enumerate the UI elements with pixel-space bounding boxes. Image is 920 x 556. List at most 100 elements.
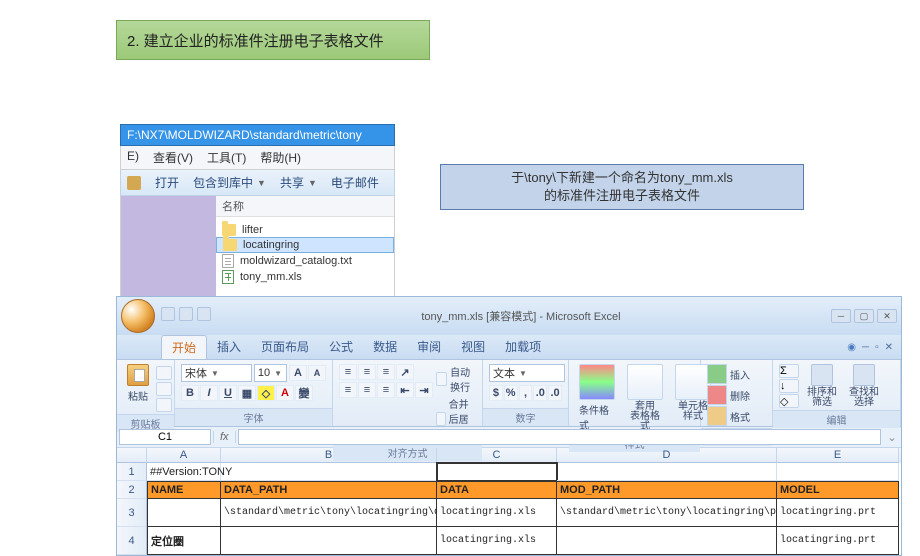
cell-b4[interactable]: [221, 527, 437, 555]
italic-button[interactable]: I: [200, 385, 218, 401]
qat-redo-icon[interactable]: [197, 307, 211, 321]
cell-e4[interactable]: locatingring.prt: [777, 527, 899, 555]
inc-decimal-icon[interactable]: .0: [533, 385, 547, 401]
tab-insert[interactable]: 插入: [207, 335, 251, 359]
menu-edit[interactable]: E): [127, 149, 139, 166]
cell-c1[interactable]: [437, 463, 557, 481]
ribbon-close-button[interactable]: ✕: [885, 342, 893, 353]
tab-formula[interactable]: 公式: [319, 335, 363, 359]
number-format-combo[interactable]: 文本▼: [489, 364, 565, 382]
format-table-button[interactable]: 套用 表格格式: [623, 364, 667, 432]
close-button[interactable]: ✕: [877, 309, 897, 323]
indent-dec-icon[interactable]: ⇤: [396, 382, 414, 398]
cell-e3[interactable]: locatingring.prt: [777, 499, 899, 527]
menu-help[interactable]: 帮助(H): [260, 149, 301, 166]
align-bot-icon[interactable]: ≡: [377, 364, 395, 380]
font-color-button[interactable]: A: [276, 385, 294, 401]
tab-home[interactable]: 开始: [161, 335, 207, 359]
tab-view[interactable]: 视图: [451, 335, 495, 359]
cell-e2[interactable]: MODEL: [777, 481, 899, 499]
toolbar-open[interactable]: 打开: [155, 174, 179, 191]
cell-a1[interactable]: ##Version:TONY: [147, 463, 221, 481]
bold-button[interactable]: B: [181, 385, 199, 401]
cell-c4[interactable]: locatingring.xls: [437, 527, 557, 555]
indent-inc-icon[interactable]: ⇥: [415, 382, 433, 398]
toolbar-include[interactable]: 包含到库中: [193, 174, 253, 191]
ribbon-min-button[interactable]: ─: [862, 342, 869, 353]
cell-b3[interactable]: \standard\metric\tony\locatingring\data: [221, 499, 437, 527]
fill-color-button[interactable]: ◇: [257, 385, 275, 401]
cell-d2[interactable]: MOD_PATH: [557, 481, 777, 499]
file-catalog-txt[interactable]: moldwizard_catalog.txt: [216, 253, 394, 269]
conditional-format-button[interactable]: 条件格式: [575, 364, 619, 432]
align-center-icon[interactable]: ≡: [358, 382, 376, 398]
cut-icon[interactable]: [156, 366, 172, 380]
cell-a4[interactable]: 定位圈: [147, 527, 221, 555]
cell-c2[interactable]: DATA: [437, 481, 557, 499]
comma-icon[interactable]: ,: [519, 385, 533, 401]
cell-d3[interactable]: \standard\metric\tony\locatingring\part: [557, 499, 777, 527]
grow-font-icon[interactable]: A: [289, 365, 307, 381]
organize-icon[interactable]: [127, 176, 141, 190]
font-size-combo[interactable]: 10▼: [254, 364, 287, 382]
font-name-combo[interactable]: 宋体▼: [181, 364, 252, 382]
align-right-icon[interactable]: ≡: [377, 382, 395, 398]
help-icon[interactable]: ◉: [847, 342, 856, 353]
ribbon-restore-button[interactable]: ▫: [875, 342, 879, 353]
dec-decimal-icon[interactable]: .0: [548, 385, 562, 401]
sort-filter-button[interactable]: 排序和 筛选: [803, 364, 841, 408]
row-header-1[interactable]: 1: [117, 463, 147, 481]
cell-a3[interactable]: [147, 499, 221, 527]
nav-pane[interactable]: [121, 196, 216, 304]
tab-layout[interactable]: 页面布局: [251, 335, 319, 359]
percent-icon[interactable]: %: [504, 385, 518, 401]
expand-formula-icon[interactable]: ⌄: [883, 431, 901, 444]
autosum-icon[interactable]: Σ: [779, 364, 799, 378]
align-mid-icon[interactable]: ≡: [358, 364, 376, 380]
toolbar-email[interactable]: 电子邮件: [331, 174, 379, 191]
col-header-a[interactable]: A: [147, 448, 221, 463]
select-all-corner[interactable]: [117, 448, 147, 463]
row-header-4[interactable]: 4: [117, 527, 147, 555]
align-left-icon[interactable]: ≡: [339, 382, 357, 398]
menu-view[interactable]: 查看(V): [153, 149, 193, 166]
border-button[interactable]: ▦: [238, 385, 256, 401]
currency-icon[interactable]: $: [489, 385, 503, 401]
fill-icon[interactable]: ↓: [779, 379, 799, 393]
cell-a2[interactable]: NAME: [147, 481, 221, 499]
office-button[interactable]: [121, 299, 155, 333]
column-header-name[interactable]: 名称: [216, 196, 394, 217]
file-tony-mm-xls[interactable]: tony_mm.xls: [216, 269, 394, 285]
cell-b1[interactable]: [221, 463, 437, 481]
row-header-3[interactable]: 3: [117, 499, 147, 527]
tab-addin[interactable]: 加载项: [495, 335, 551, 359]
paste-button[interactable]: 粘贴: [123, 364, 153, 403]
tab-review[interactable]: 审阅: [407, 335, 451, 359]
col-header-c[interactable]: C: [437, 448, 557, 463]
copy-icon[interactable]: [156, 382, 172, 396]
delete-cells-button[interactable]: 删除: [707, 385, 750, 405]
clear-icon[interactable]: ◇: [779, 394, 799, 408]
col-header-e[interactable]: E: [777, 448, 899, 463]
phonetic-button[interactable]: 變: [295, 385, 313, 401]
cell-b2[interactable]: DATA_PATH: [221, 481, 437, 499]
orientation-icon[interactable]: ↗: [396, 364, 414, 380]
tab-data[interactable]: 数据: [363, 335, 407, 359]
formula-input[interactable]: [238, 429, 881, 445]
minimize-button[interactable]: ─: [831, 309, 851, 323]
maximize-button[interactable]: ▢: [854, 309, 874, 323]
format-cells-button[interactable]: 格式: [707, 406, 750, 426]
cell-c3[interactable]: locatingring.xls: [437, 499, 557, 527]
toolbar-share[interactable]: 共享: [280, 174, 304, 191]
folder-lifter[interactable]: lifter: [216, 223, 394, 237]
cell-d1[interactable]: [557, 463, 777, 481]
cell-e1[interactable]: [777, 463, 899, 481]
qat-save-icon[interactable]: [161, 307, 175, 321]
align-top-icon[interactable]: ≡: [339, 364, 357, 380]
cell-d4[interactable]: [557, 527, 777, 555]
name-box[interactable]: C1: [119, 429, 211, 445]
fx-icon[interactable]: fx: [213, 431, 236, 443]
row-header-2[interactable]: 2: [117, 481, 147, 499]
menu-tools[interactable]: 工具(T): [207, 149, 246, 166]
address-bar[interactable]: F:\NX7\MOLDWIZARD\standard\metric\tony: [120, 124, 395, 146]
